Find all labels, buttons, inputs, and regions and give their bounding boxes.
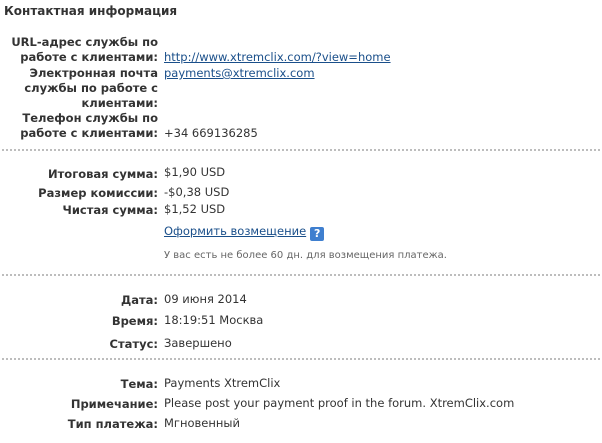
status-value: Завершено xyxy=(164,336,232,350)
note-label: Примечание: xyxy=(70,397,158,411)
help-icon[interactable]: ? xyxy=(310,227,325,241)
total-value: $1,90 USD xyxy=(164,165,226,179)
refund-row: Оформить возмещение? xyxy=(164,224,325,241)
date-value: 09 июня 2014 xyxy=(164,292,247,306)
refund-link[interactable]: Оформить возмещение xyxy=(164,224,306,238)
net-value: $1,52 USD xyxy=(164,202,226,216)
service-url-label: URL-адрес службы по работе с клиентами: xyxy=(11,35,158,64)
status-label: Статус: xyxy=(109,337,158,351)
refund-note: У вас есть не более 60 дн. для возмещени… xyxy=(164,250,447,261)
email-label: Электронная почта службы по работе с кли… xyxy=(24,66,158,110)
fee-label: Размер комиссии: xyxy=(38,186,158,200)
payment-type-value: Мгновенный xyxy=(164,416,240,430)
service-url-link[interactable]: http://www.xtremclix.com/?view=home xyxy=(164,50,391,65)
fee-value: -$0,38 USD xyxy=(164,185,230,199)
separator xyxy=(2,358,600,360)
phone-value: +34 669136285 xyxy=(164,126,258,140)
note-value: Please post your payment proof in the fo… xyxy=(164,396,515,410)
net-label: Чистая сумма: xyxy=(62,203,158,217)
separator xyxy=(2,149,600,151)
payment-type-label: Тип платежа: xyxy=(67,417,158,431)
subject-label: Тема: xyxy=(120,377,158,391)
section-title: Контактная информация xyxy=(4,4,178,18)
time-value: 18:19:51 Москва xyxy=(164,313,264,327)
phone-label: Телефон службы по работе с клиентами: xyxy=(20,111,158,140)
date-label: Дата: xyxy=(120,293,158,307)
time-label: Время: xyxy=(111,314,158,328)
subject-value: Payments XtremClix xyxy=(164,376,281,390)
transaction-details: Контактная информация URL-адрес службы п… xyxy=(0,0,602,443)
email-link[interactable]: payments@xtremclix.com xyxy=(164,66,315,81)
separator xyxy=(2,274,600,276)
total-label: Итоговая сумма: xyxy=(48,167,158,181)
